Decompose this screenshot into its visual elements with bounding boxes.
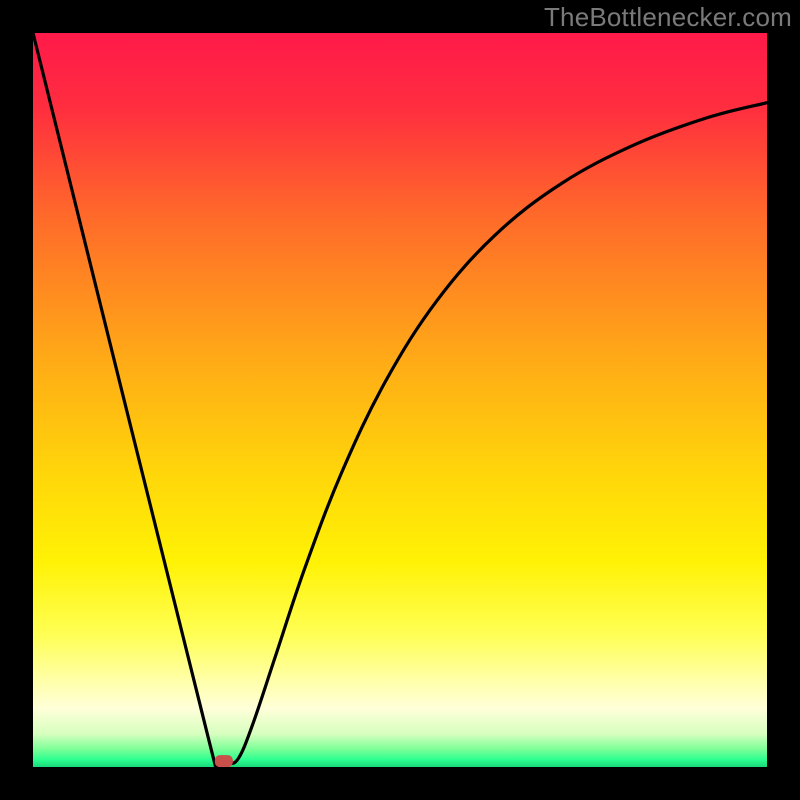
optimum-marker <box>215 755 233 767</box>
plot-area <box>33 33 767 767</box>
attribution-text: TheBottlenecker.com <box>544 2 792 33</box>
gradient-background <box>33 33 767 767</box>
chart-svg <box>33 33 767 767</box>
chart-frame: TheBottlenecker.com <box>0 0 800 800</box>
